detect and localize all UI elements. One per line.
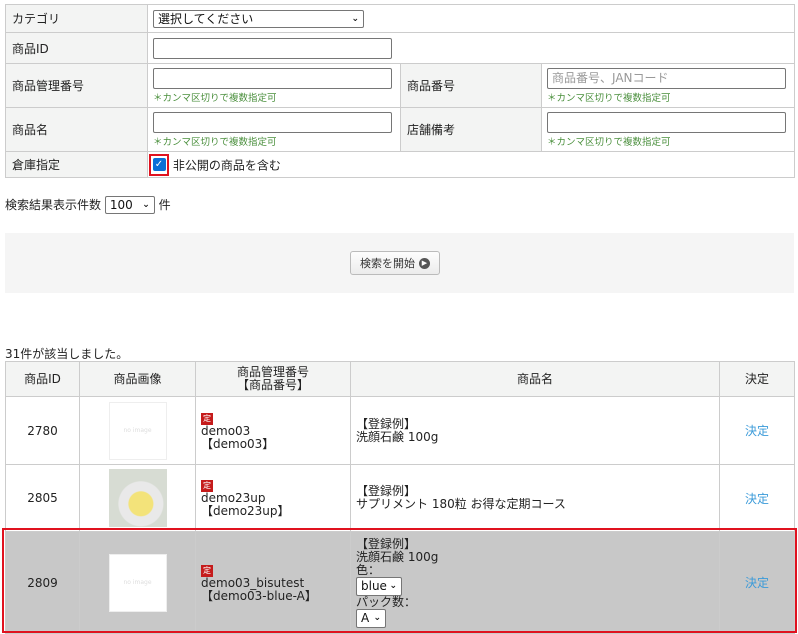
category-label: カテゴリ <box>5 4 148 33</box>
product-id-label: 商品ID <box>5 32 148 64</box>
chevron-down-icon: ⌄ <box>373 612 381 623</box>
product-code: 【demo03-blue-A】 <box>201 588 317 603</box>
chevron-down-icon: ⌄ <box>389 580 397 591</box>
product-id-input[interactable] <box>153 37 392 59</box>
pack-label: パック数： <box>356 594 417 609</box>
arrow-right-icon: ▶ <box>419 257 430 269</box>
mgmt-no: demo03 <box>201 423 251 438</box>
search-button[interactable]: 検索を開始 ▶ <box>350 251 440 275</box>
chevron-down-icon: ⌄ <box>142 200 150 210</box>
include-private-label: 非公開の商品を含む <box>172 158 281 172</box>
decide-link[interactable]: 決定 <box>719 396 795 465</box>
product-id: 2805 <box>5 464 80 532</box>
results-per-page-label: 検索結果表示件数 <box>5 198 102 212</box>
product-thumbnail <box>108 469 167 527</box>
header-id: 商品ID <box>5 361 80 397</box>
name-prefix: 【登録例】 <box>356 484 417 498</box>
results-per-page-unit: 件 <box>158 198 171 212</box>
mgmt-no: demo23up <box>201 491 266 505</box>
header-image: 商品画像 <box>79 361 196 397</box>
no-image-thumbnail: no image <box>108 553 167 612</box>
results-per-page: 検索結果表示件数 100 ⌄ 件 <box>5 196 171 214</box>
store-note-label: 店舗備考 <box>400 107 542 152</box>
mgmt-no: demo03_bisutest <box>201 575 305 590</box>
include-private-checkbox[interactable]: ✓ <box>149 153 169 176</box>
search-form: カテゴリ 選択してください ⌄ 商品ID 商品管理番号 ＊カンマ区切りで複数指定可… <box>5 4 796 178</box>
mgmt-no-note: ＊カンマ区切りで複数指定可 <box>153 92 277 104</box>
pack-select[interactable]: A ⌄ <box>356 608 386 628</box>
category-value: 選択してください <box>158 12 254 26</box>
product-code: 【demo23up】 <box>201 504 290 518</box>
product-id: 2809 <box>5 531 80 634</box>
name-input[interactable] <box>153 111 392 133</box>
color-select[interactable]: blue ⌄ <box>356 576 402 596</box>
results-per-page-value: 100 <box>109 198 133 212</box>
product-name: 洗顔石鹸 100g <box>356 549 439 564</box>
mgmt-no-input[interactable] <box>153 67 392 89</box>
warehouse-label: 倉庫指定 <box>5 151 148 178</box>
product-name: 洗顔石鹸 100g <box>356 429 439 444</box>
chevron-down-icon: ⌄ <box>351 13 359 24</box>
color-label: 色： <box>356 562 381 577</box>
checkmark-icon: ✓ <box>152 158 166 171</box>
store-note-note: ＊カンマ区切りで複数指定可 <box>547 136 671 148</box>
table-row: 2780 no image 定 demo03 【demo03】 【登録例】 洗顔石鹸 … <box>5 396 795 465</box>
name-prefix: 【登録例】 <box>356 416 417 431</box>
store-note-input[interactable] <box>547 111 786 133</box>
no-image-thumbnail: no image <box>108 401 167 460</box>
decide-link[interactable]: 決定 <box>719 531 795 634</box>
decide-link[interactable]: 決定 <box>719 464 795 532</box>
product-no-note: ＊カンマ区切りで複数指定可 <box>547 92 671 104</box>
product-no-label: 商品番号 <box>400 63 542 108</box>
table-row-highlighted: 2809 no image 定 demo03_bisutest 【demo03-bl… <box>5 531 795 634</box>
header-action: 決定 <box>719 361 795 397</box>
header-name: 商品名 <box>350 361 720 397</box>
category-select[interactable]: 選択してください ⌄ <box>153 9 364 28</box>
name-note: ＊カンマ区切りで複数指定可 <box>153 136 277 148</box>
table-row: 2805 定 demo23up 【demo23up】 【登録例】 サプリメント 180… <box>5 464 795 532</box>
results-table: 商品ID 商品画像 商品管理番号 【商品番号】 商品名 決定 2780 no im… <box>5 361 795 634</box>
name-label: 商品名 <box>5 107 148 152</box>
mgmt-no-label: 商品管理番号 <box>5 63 148 108</box>
found-count: 31件が該当しました。 <box>5 347 129 361</box>
results-per-page-select[interactable]: 100 ⌄ <box>104 196 155 214</box>
search-button-label: 検索を開始 <box>360 257 415 270</box>
search-panel: 検索を開始 ▶ <box>5 233 794 293</box>
name-prefix: 【登録例】 <box>356 536 417 551</box>
product-no-input[interactable]: 商品番号、JANコード <box>547 67 786 89</box>
product-id: 2780 <box>5 396 80 465</box>
header-mgmt: 商品管理番号 【商品番号】 <box>195 361 351 397</box>
product-code: 【demo03】 <box>201 436 275 451</box>
product-name: サプリメント 180粒 お得な定期コース <box>356 497 566 511</box>
